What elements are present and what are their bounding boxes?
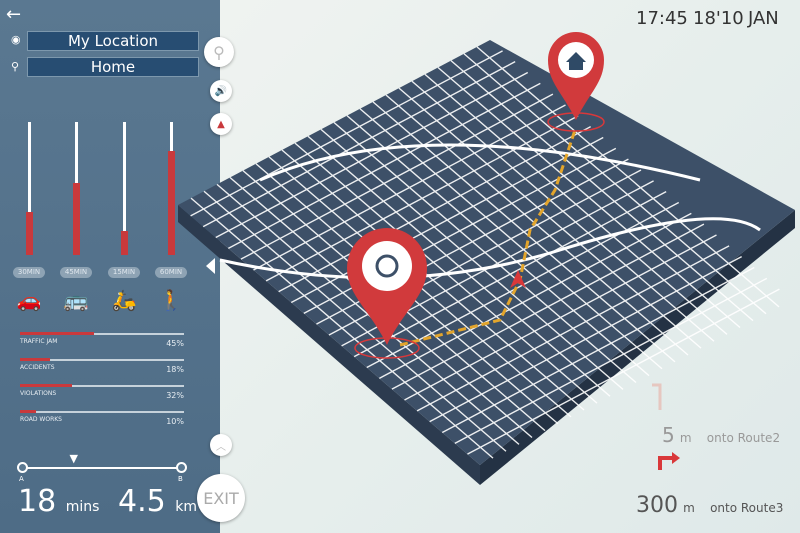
clock-time: 17:45 xyxy=(636,8,688,29)
turn-right-icon xyxy=(658,456,672,470)
direction-current: 300 m onto Route3 xyxy=(636,493,784,518)
date-month: JAN xyxy=(748,8,779,29)
map-surface xyxy=(178,40,795,465)
city-map[interactable] xyxy=(0,0,800,533)
direction-next: 5 m onto Route2 xyxy=(662,423,781,447)
turn-left-icon xyxy=(652,383,662,410)
date-day: 18'10 xyxy=(693,8,744,29)
